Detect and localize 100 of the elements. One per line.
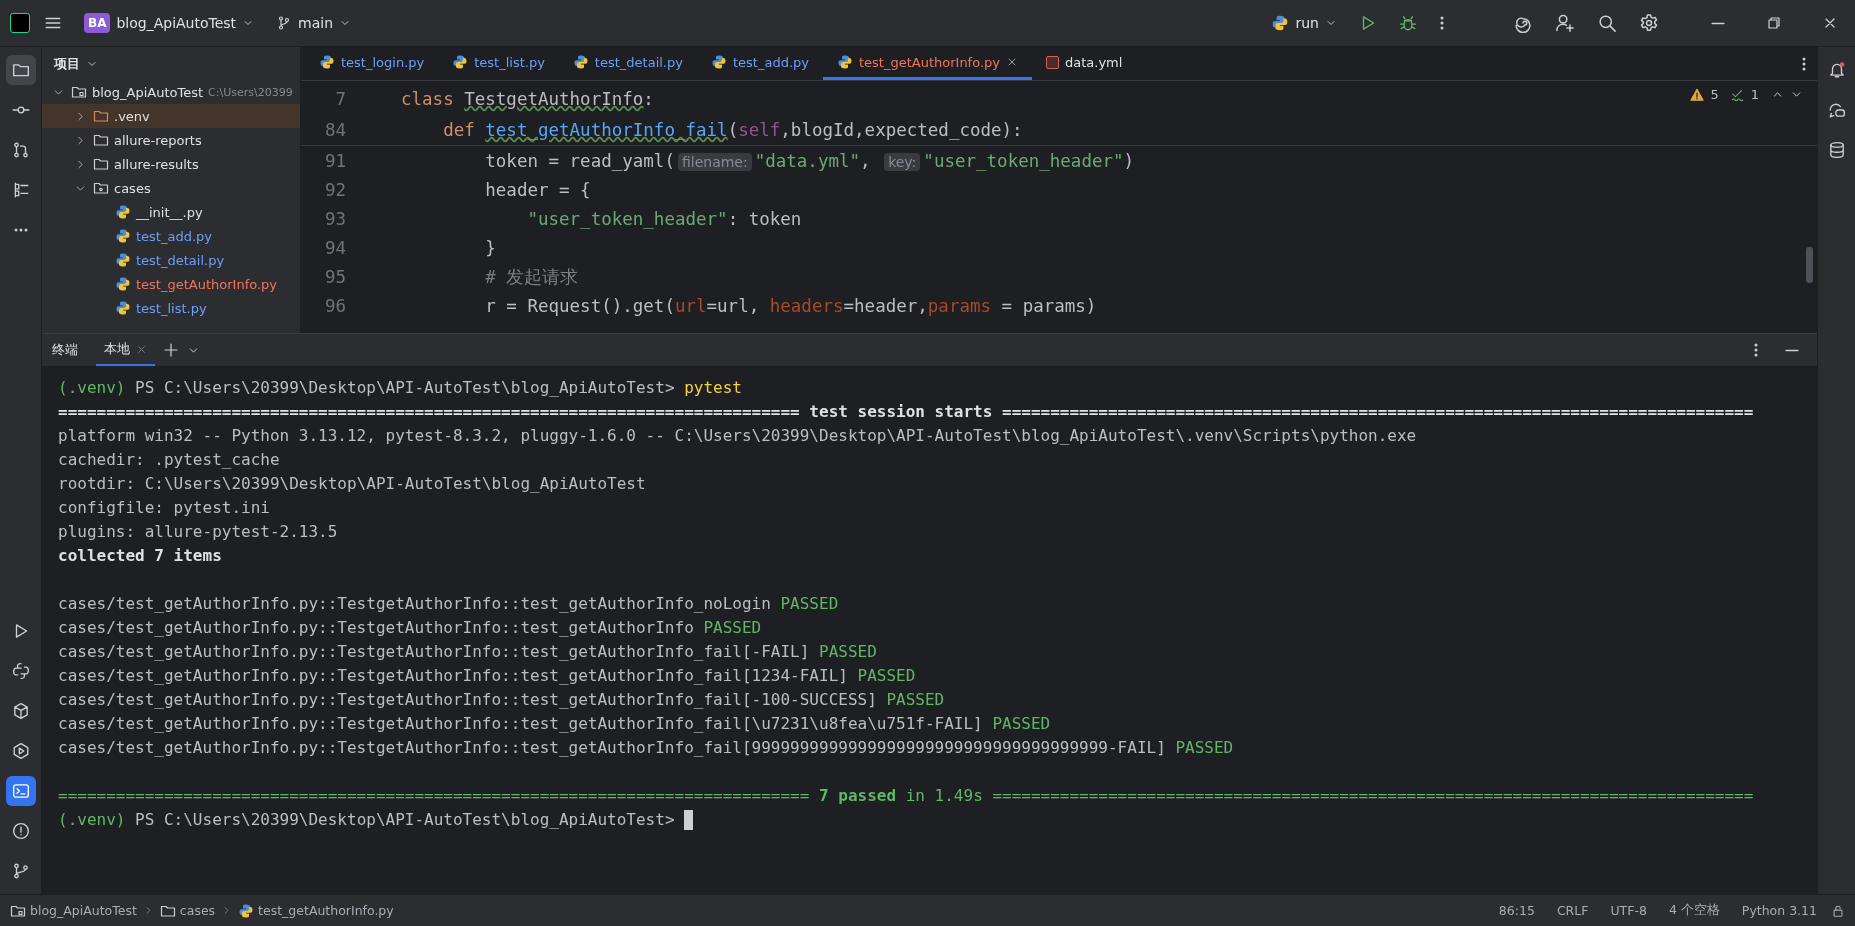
scrollbar-thumb[interactable] bbox=[1806, 247, 1813, 283]
editor-tab[interactable]: test_detail.py bbox=[558, 47, 697, 80]
breadcrumb[interactable]: cases bbox=[159, 902, 216, 919]
terminal-line: platform win32 -- Python 3.13.12, pytest-8.3.2, pluggy-1.6.0 -- C:\Users\20399\Desktop\API-AutoTest\blog_ApiAutoTest\.venv\Scripts\python.exe bbox=[58, 425, 1417, 447]
terminal-icon[interactable] bbox=[5, 776, 36, 806]
editor-tab[interactable]: test_login.py bbox=[305, 47, 439, 80]
code-line: # 发起请求 bbox=[484, 265, 579, 289]
code-line: class TestgetAuthorInfo: bbox=[401, 88, 654, 109]
bug-icon bbox=[1399, 14, 1417, 32]
tree-item[interactable]: allure-results bbox=[42, 152, 300, 176]
line-number: 95 bbox=[323, 266, 347, 287]
module-folder-icon bbox=[71, 84, 87, 100]
status-item[interactable]: CRLF bbox=[1548, 903, 1597, 918]
python-file-icon bbox=[115, 228, 131, 244]
yaml-file-icon bbox=[1046, 55, 1059, 69]
tree-item[interactable]: test_getAuthorInfo.py bbox=[42, 272, 300, 296]
status-item[interactable]: 4 个空格 bbox=[1660, 902, 1728, 919]
minimize-icon bbox=[1711, 21, 1725, 25]
more-icon[interactable] bbox=[1801, 55, 1807, 72]
warning-icon bbox=[1690, 87, 1705, 102]
terminal-tab[interactable]: 本地 bbox=[96, 334, 155, 366]
lock-icon[interactable] bbox=[1831, 903, 1845, 918]
minimize-icon[interactable] bbox=[1785, 348, 1799, 352]
python-file-icon bbox=[452, 54, 469, 70]
warning-count[interactable]: 5 bbox=[1710, 87, 1719, 102]
add-user-icon bbox=[1555, 13, 1575, 33]
close-icon[interactable] bbox=[136, 343, 147, 355]
terminal-line: cachedir: .pytest_cache bbox=[58, 449, 280, 471]
tree-item[interactable]: blog_ApiAutoTest C:\Users\20399 bbox=[42, 80, 300, 104]
text-cursor bbox=[684, 810, 694, 830]
line-number: 84 bbox=[323, 119, 347, 140]
python-file-icon bbox=[115, 204, 131, 220]
terminal-line: (.venv) PS C:\Users\20399\Desktop\API-AutoTest\blog_ApiAutoTest> pytest bbox=[58, 377, 742, 399]
terminal-line: collected 7 items bbox=[58, 545, 222, 567]
line-number: 93 bbox=[323, 208, 347, 229]
package-folder-icon bbox=[93, 180, 109, 196]
settings-icon bbox=[1639, 13, 1659, 33]
python-file-icon bbox=[710, 54, 727, 70]
python-file-icon bbox=[115, 252, 131, 268]
project-view-title[interactable]: 项目 bbox=[50, 50, 102, 77]
folder-icon bbox=[93, 132, 109, 148]
terminal-line: (.venv) PS C:\Users\20399\Desktop\API-AutoTest\blog_ApiAutoTest> bbox=[58, 809, 676, 831]
tree-item[interactable]: test_add.py bbox=[42, 224, 300, 248]
terminal-line: plugins: allure-pytest-2.13.5 bbox=[58, 521, 338, 543]
weak-warning-count[interactable]: 1 bbox=[1750, 87, 1759, 102]
terminal-line: cases/test_getAuthorInfo.py::TestgetAuthorInfo::test_getAuthorInfo PASSED bbox=[58, 617, 762, 639]
code-line: header = { bbox=[484, 179, 591, 200]
project-icon[interactable] bbox=[5, 55, 36, 85]
python-file-icon bbox=[115, 300, 131, 316]
editor-tab[interactable]: test_add.py bbox=[696, 47, 823, 80]
terminal-line: configfile: pytest.ini bbox=[58, 497, 270, 519]
folder-icon bbox=[93, 108, 109, 124]
tree-item[interactable]: test_list.py bbox=[42, 296, 300, 320]
terminal-line: ============================================================================== 7 passed in 1.49s =============================================================================== bbox=[58, 785, 1754, 807]
path-hint: C:\Users\20399 bbox=[208, 85, 293, 99]
editor-tab[interactable]: data.yml bbox=[1032, 47, 1137, 80]
line-number: 94 bbox=[323, 237, 347, 258]
weak-warning-icon bbox=[1730, 87, 1745, 102]
status-item[interactable]: 86:15 bbox=[1490, 903, 1543, 918]
breadcrumb[interactable]: blog_ApiAutoTest bbox=[10, 902, 137, 919]
breadcrumb[interactable]: test_getAuthorInfo.py bbox=[238, 902, 394, 919]
terminal-title: 终端 bbox=[52, 341, 78, 359]
status-item[interactable]: UTF-8 bbox=[1602, 903, 1655, 918]
status-item[interactable]: Python 3.11 bbox=[1733, 903, 1825, 918]
terminal-line: cases/test_getAuthorInfo.py::TestgetAuthorInfo::test_getAuthorInfo_fail[1234-FAIL] PASSED bbox=[58, 665, 916, 687]
python-file-icon bbox=[836, 54, 853, 70]
restore-icon bbox=[1766, 15, 1782, 31]
python-icon bbox=[1271, 14, 1290, 32]
close-icon[interactable] bbox=[1006, 56, 1018, 68]
search-icon bbox=[1597, 13, 1617, 33]
terminal-line: cases/test_getAuthorInfo.py::TestgetAuthorInfo::test_getAuthorInfo_fail[9999999999999999999999999999999999999-FAIL] PASSED bbox=[58, 737, 1234, 759]
folder-icon bbox=[93, 156, 109, 172]
python-file-icon bbox=[238, 902, 255, 919]
editor-tab[interactable]: test_list.py bbox=[438, 47, 559, 80]
tree-item[interactable]: allure-reports bbox=[42, 128, 300, 152]
code-line: token = read_yaml( filename: "data.yml", key: "user_token_header") bbox=[484, 150, 1135, 171]
code-line: r = Request().get(url=url, headers=header,params = params) bbox=[484, 295, 1097, 316]
app-logo bbox=[10, 13, 30, 33]
python-file-icon bbox=[572, 54, 589, 70]
terminal-line: cases/test_getAuthorInfo.py::TestgetAuthorInfo::test_getAuthorInfo_fail[-FAIL] PASSED bbox=[58, 641, 877, 663]
python-file-icon bbox=[115, 276, 131, 292]
more-icon bbox=[1439, 15, 1445, 31]
more-icon[interactable] bbox=[1753, 342, 1759, 358]
code-line: "user_token_header": token bbox=[526, 208, 802, 229]
tree-item[interactable]: cases bbox=[42, 176, 300, 200]
python-file-icon bbox=[319, 54, 335, 70]
terminal-line: cases/test_getAuthorInfo.py::TestgetAuthorInfo::test_getAuthorInfo_fail[\u7231\u8fea\u751f-FAIL] PASSED bbox=[58, 713, 1051, 735]
bell-icon bbox=[1827, 61, 1846, 79]
tree-item[interactable]: __init__.py bbox=[42, 200, 300, 224]
run-config-selector[interactable]: run bbox=[1263, 8, 1345, 38]
add-icon[interactable] bbox=[163, 342, 179, 358]
branch-switcher[interactable]: main bbox=[268, 9, 360, 37]
tree-item[interactable]: .venv bbox=[42, 104, 300, 128]
tree-item[interactable]: test_detail.py bbox=[42, 248, 300, 272]
line-number: 92 bbox=[323, 179, 347, 200]
code-line: def test_getAuthorInfo_fail(self,blogId,expected_code): bbox=[442, 119, 1023, 140]
project-switcher[interactable]: BA blog_ApiAutoTest bbox=[76, 7, 263, 39]
more-icon bbox=[12, 227, 29, 233]
line-number: 96 bbox=[323, 295, 347, 316]
line-number: 7 bbox=[334, 88, 347, 109]
